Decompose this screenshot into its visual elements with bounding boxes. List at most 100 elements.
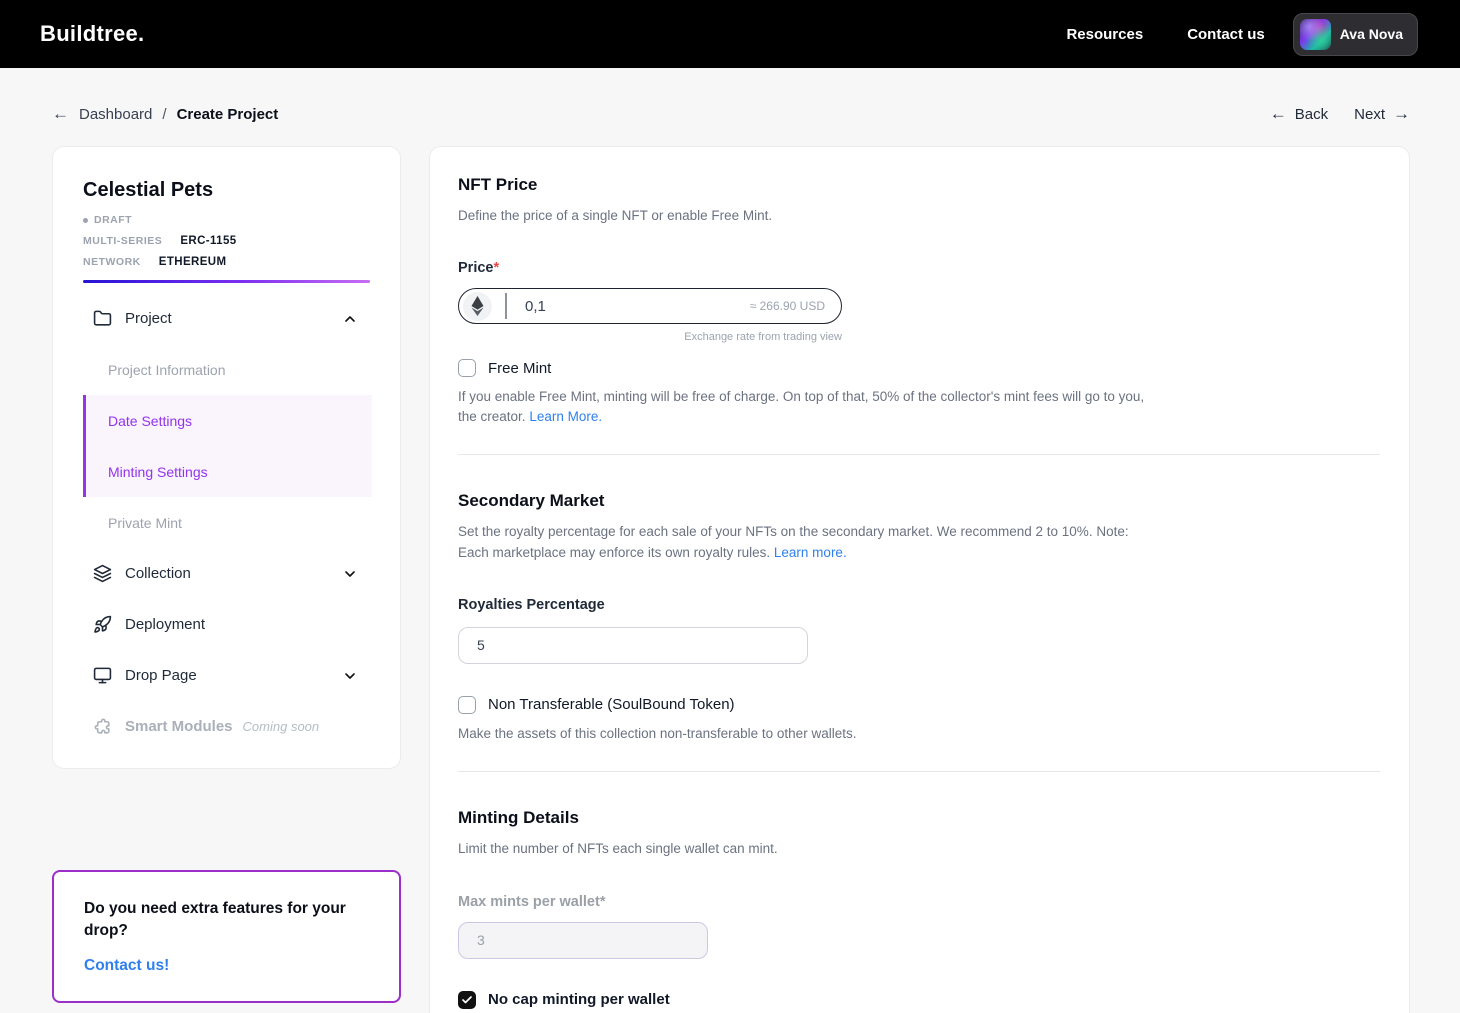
left-column: Celestial Pets DRAFT MULTI-SERIES ERC-11…: [52, 146, 401, 1003]
royalties-label: Royalties Percentage: [458, 597, 1380, 613]
meta-row-series: MULTI-SERIES ERC-1155: [83, 235, 370, 247]
back-label: Back: [1295, 106, 1328, 123]
network-value: ETHEREUM: [159, 256, 227, 268]
minting-details-section: Minting Details Limit the number of NFTs…: [458, 808, 1380, 1013]
next-label: Next: [1354, 106, 1385, 123]
sidebar-item-label: Project: [125, 310, 172, 327]
sidebar-item-deployment[interactable]: Deployment: [53, 599, 400, 650]
free-mint-label: Free Mint: [488, 360, 551, 377]
free-mint-description: If you enable Free Mint, minting will be…: [458, 387, 1148, 426]
monitor-icon: [93, 666, 112, 685]
nft-price-section: NFT Price Define the price of a single N…: [458, 175, 1380, 426]
check-icon: [461, 994, 473, 1006]
chevron-down-icon[interactable]: [342, 668, 358, 684]
sidebar-item-label: Smart Modules: [125, 718, 233, 735]
next-arrow-icon: →: [1393, 104, 1410, 124]
max-mints-label: Max mints per wallet*: [458, 894, 1380, 910]
content-area: Celestial Pets DRAFT MULTI-SERIES ERC-11…: [0, 124, 1460, 1013]
breadcrumb-separator: /: [162, 106, 166, 123]
price-label: Price*: [458, 260, 1380, 276]
section-subtitle: Set the royalty percentage for each sale…: [458, 522, 1130, 563]
coming-soon-badge: Coming soon: [243, 719, 320, 734]
sidebar-item-minting-settings[interactable]: Minting Settings: [86, 446, 372, 497]
puzzle-icon: [93, 717, 112, 736]
project-title: Celestial Pets: [83, 179, 370, 202]
status-dot-icon: [83, 218, 88, 223]
learn-more-link[interactable]: Learn More.: [529, 409, 602, 424]
price-input[interactable]: [507, 298, 750, 315]
user-menu[interactable]: Ava Nova: [1293, 13, 1418, 56]
price-field-wrap: ≈ 266.90 USD Exchange rate from trading …: [458, 288, 842, 343]
non-transferable-checkbox-row[interactable]: Non Transferable (SoulBound Token): [458, 696, 1380, 714]
section-divider: [458, 454, 1380, 455]
sidebar-item-private-mint[interactable]: Private Mint: [53, 497, 400, 548]
sidebar-item-project-information[interactable]: Project Information: [53, 344, 400, 395]
folder-icon: [93, 309, 112, 328]
minting-settings-panel: NFT Price Define the price of a single N…: [429, 146, 1410, 1013]
sidebar-nav: Project Project Information Date Setting…: [53, 293, 400, 752]
breadcrumb-row: ← Dashboard / Create Project ← Back Next…: [0, 68, 1460, 124]
network-label: NETWORK: [83, 256, 141, 268]
exchange-rate-note: Exchange rate from trading view: [458, 331, 842, 343]
progress-gradient-bar: [83, 280, 370, 283]
project-status: DRAFT: [83, 214, 370, 226]
section-subtitle: Limit the number of NFTs each single wal…: [458, 839, 1380, 859]
chevron-down-icon[interactable]: [342, 566, 358, 582]
avatar: [1300, 19, 1331, 50]
no-cap-label: No cap minting per wallet: [488, 991, 670, 1008]
sidebar-item-smart-modules: Smart Modules Coming soon: [53, 701, 400, 752]
sidebar-item-label: Deployment: [125, 616, 205, 633]
secondary-market-section: Secondary Market Set the royalty percent…: [458, 491, 1380, 743]
sidebar-item-project[interactable]: Project: [53, 293, 400, 344]
required-asterisk: *: [493, 260, 499, 276]
no-cap-checkbox-row[interactable]: No cap minting per wallet: [458, 991, 1380, 1009]
section-subtitle: Define the price of a single NFT or enab…: [458, 206, 1380, 226]
chevron-up-icon[interactable]: [342, 311, 358, 327]
royalties-input[interactable]: [458, 627, 808, 664]
checkbox-unchecked-icon[interactable]: [458, 696, 476, 714]
section-divider: [458, 771, 1380, 772]
series-value: ERC-1155: [180, 235, 236, 247]
price-input-group: ≈ 266.90 USD: [458, 288, 842, 324]
breadcrumb-current: Create Project: [177, 106, 279, 123]
rocket-icon: [93, 615, 112, 634]
usd-estimate: ≈ 266.90 USD: [750, 299, 825, 313]
back-arrow-icon: ←: [1270, 104, 1287, 124]
non-transferable-label: Non Transferable (SoulBound Token): [488, 696, 735, 713]
sidebar-item-label: Drop Page: [125, 667, 197, 684]
layers-icon: [93, 564, 112, 583]
sidebar-item-drop-page[interactable]: Drop Page: [53, 650, 400, 701]
checkbox-checked-icon[interactable]: [458, 991, 476, 1009]
contact-us-link[interactable]: Contact us!: [84, 957, 369, 975]
breadcrumb-dashboard-link[interactable]: Dashboard: [79, 106, 152, 123]
wizard-pager: ← Back Next →: [1270, 104, 1410, 124]
learn-more-link[interactable]: Learn more.: [774, 545, 847, 560]
sidebar-active-group: Date Settings Minting Settings: [83, 395, 372, 497]
help-card: Do you need extra features for your drop…: [52, 870, 401, 1003]
sidebar-item-collection[interactable]: Collection: [53, 548, 400, 599]
free-mint-checkbox-row[interactable]: Free Mint: [458, 359, 1380, 377]
sidebar-item-label: Collection: [125, 565, 191, 582]
nav-link-resources[interactable]: Resources: [1066, 26, 1143, 43]
non-transferable-description: Make the assets of this collection non-t…: [458, 724, 1380, 744]
series-label: MULTI-SERIES: [83, 235, 162, 247]
max-mints-input: [458, 922, 708, 959]
nav-link-contact-us[interactable]: Contact us: [1187, 26, 1265, 43]
top-nav: Buildtree. Resources Contact us Ava Nova: [0, 0, 1460, 68]
buildtree-logo: Buildtree.: [40, 21, 144, 47]
section-title: Minting Details: [458, 808, 1380, 828]
help-question: Do you need extra features for your drop…: [84, 898, 369, 943]
ethereum-icon: [463, 292, 492, 321]
next-button[interactable]: Next →: [1354, 104, 1410, 124]
back-button[interactable]: ← Back: [1270, 104, 1328, 124]
user-name: Ava Nova: [1340, 26, 1403, 42]
checkbox-unchecked-icon[interactable]: [458, 359, 476, 377]
breadcrumb-back-icon[interactable]: ←: [52, 104, 69, 124]
sidebar-item-date-settings[interactable]: Date Settings: [86, 395, 372, 446]
section-title: Secondary Market: [458, 491, 1380, 511]
meta-row-network: NETWORK ETHEREUM: [83, 256, 370, 268]
section-title: NFT Price: [458, 175, 1380, 195]
breadcrumb: ← Dashboard / Create Project: [52, 104, 278, 124]
status-label: DRAFT: [94, 214, 132, 226]
project-sidebar-card: Celestial Pets DRAFT MULTI-SERIES ERC-11…: [52, 146, 401, 769]
